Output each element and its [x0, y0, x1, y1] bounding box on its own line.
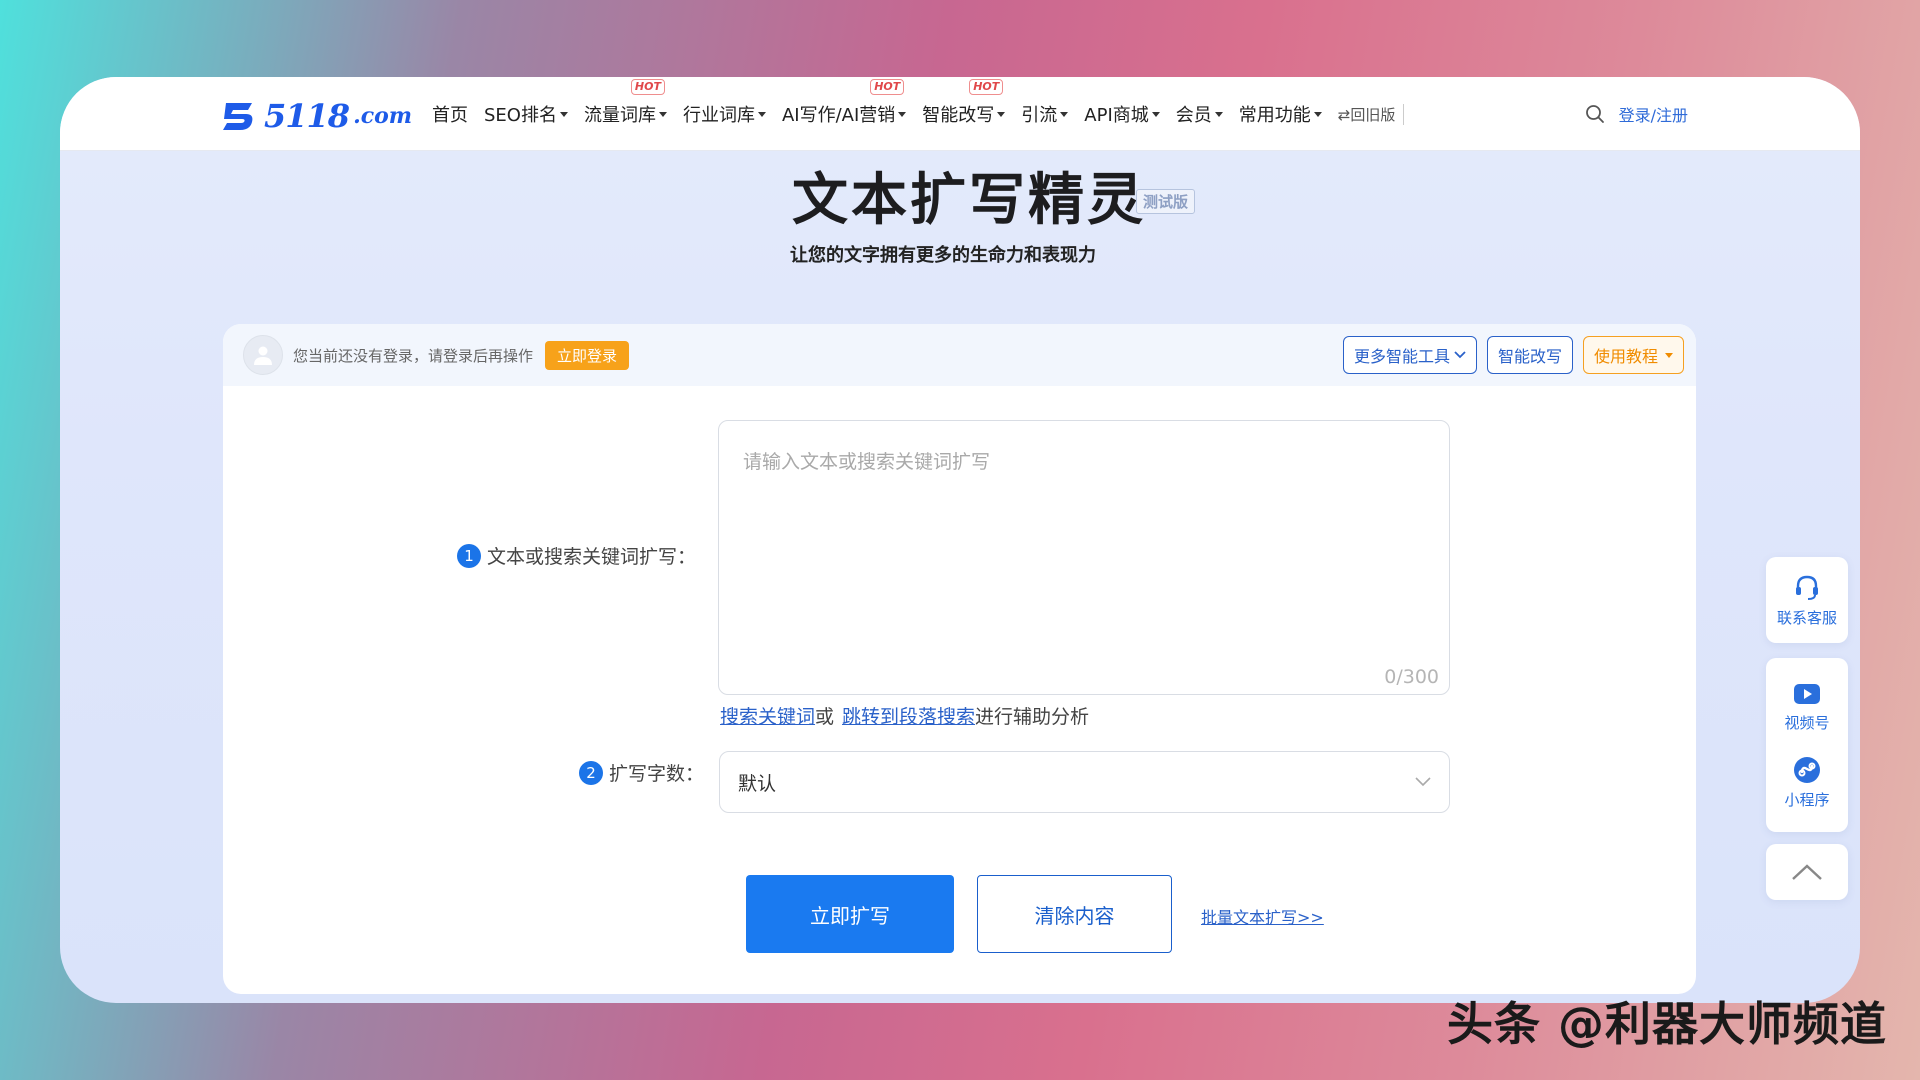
nav-label: 行业词库	[682, 105, 755, 126]
caret-down-icon	[658, 111, 667, 117]
nav-api-store[interactable]: API商城	[1084, 101, 1160, 127]
nav-label: 引流	[1021, 105, 1058, 126]
text-input[interactable]	[719, 421, 1449, 694]
search-icon[interactable]	[1585, 104, 1605, 124]
caret-down-icon	[898, 111, 907, 117]
search-keyword-link[interactable]: 搜索关键词	[720, 706, 815, 728]
helper-text: 搜索关键词或 跳转到段落搜索进行辅助分析	[720, 702, 1089, 729]
nav-label: 智能改写	[922, 105, 995, 126]
old-version-link[interactable]: ⇄回旧版	[1338, 103, 1405, 125]
caret-down-icon	[1665, 352, 1673, 358]
video-channel-label: 视频号	[1784, 714, 1830, 732]
step-number: 2	[579, 760, 603, 785]
nav-ai-writing[interactable]: HOT AI写作/AI营销	[781, 79, 907, 127]
top-navbar: 5118 .com 首页 SEO排名 HOT 流量词库 行业词库 HOT AI写作/…	[60, 77, 1860, 151]
nav-label: API商城	[1084, 105, 1149, 126]
browser-window: 5118 .com 首页 SEO排名 HOT 流量词库 行业词库 HOT AI写作/…	[60, 77, 1860, 1003]
login-register-link[interactable]: 登录/注册	[1619, 102, 1688, 126]
mini-program-label: 小程序	[1784, 791, 1830, 809]
more-tools-button[interactable]: 更多智能工具	[1342, 336, 1477, 374]
page-title: 文本扩写精灵	[792, 168, 1146, 233]
caret-down-icon	[1060, 111, 1069, 117]
nav-label: 流量词库	[583, 105, 656, 126]
nav-traffic-drive[interactable]: 引流	[1021, 101, 1069, 127]
select-value: 默认	[738, 772, 777, 795]
beta-badge: 测试版	[1136, 189, 1196, 214]
nav-common-features[interactable]: 常用功能	[1239, 101, 1322, 127]
caret-down-icon	[559, 111, 568, 117]
caret-down-icon	[997, 111, 1006, 117]
headset-icon	[1795, 575, 1818, 600]
step2-label: 扩写字数：	[609, 763, 705, 785]
smart-rewrite-label: 智能改写	[1497, 347, 1562, 366]
smart-rewrite-button[interactable]: 智能改写	[1486, 336, 1573, 374]
nav-membership[interactable]: 会员	[1176, 101, 1223, 127]
step2-label-row: 2 扩写字数：	[579, 759, 704, 786]
nav-label: 会员	[1175, 105, 1212, 126]
nav-industry-keywords[interactable]: 行业词库	[683, 101, 766, 127]
caret-down-icon	[757, 111, 766, 117]
tutorial-label: 使用教程	[1593, 347, 1658, 366]
login-now-button[interactable]: 立即登录	[545, 340, 630, 370]
nav-right: 登录/注册	[1585, 77, 1688, 151]
chevron-down-icon	[1415, 777, 1431, 787]
customer-service-widget[interactable]: 联系客服	[1766, 557, 1848, 643]
helper-or: 或	[815, 706, 835, 728]
clear-content-button[interactable]: 清除内容	[977, 875, 1172, 953]
main-nav: 首页 SEO排名 HOT 流量词库 行业词库 HOT AI写作/AI营销 HOT 智能…	[432, 77, 1405, 151]
batch-expand-link[interactable]: 批量文本扩写>>	[1201, 904, 1324, 928]
nav-home[interactable]: 首页	[432, 101, 468, 127]
social-widget: 视频号 小程序	[1766, 658, 1848, 832]
hot-badge: HOT	[969, 79, 1004, 95]
card-header: 您当前还没有登录，请登录后再操作 立即登录 更多智能工具 智能改写 使用教程	[223, 324, 1696, 386]
step1-label: 文本或搜索关键词扩写：	[487, 546, 697, 568]
caret-down-icon	[1151, 111, 1160, 117]
watermark-text: 头条 @利器大师频道	[1446, 997, 1887, 1051]
mini-program-item[interactable]: 小程序	[1784, 755, 1830, 810]
tutorial-button[interactable]: 使用教程	[1582, 336, 1684, 374]
text-input-box: 0/300	[718, 420, 1450, 695]
step1-label-row: 1 文本或搜索关键词扩写：	[457, 542, 696, 569]
card-tools: 更多智能工具 智能改写 使用教程	[1342, 336, 1684, 374]
helper-tail: 进行辅助分析	[975, 706, 1090, 728]
chevron-down-icon	[1454, 351, 1466, 359]
video-channel-icon	[1793, 684, 1820, 704]
caret-down-icon	[1214, 111, 1223, 117]
paragraph-search-link[interactable]: 跳转到段落搜索	[842, 706, 975, 728]
logo-mark-icon	[223, 103, 253, 130]
avatar[interactable]	[243, 335, 283, 375]
video-channel-item[interactable]: 视频号	[1784, 680, 1830, 733]
more-tools-label: 更多智能工具	[1353, 347, 1450, 366]
hot-badge: HOT	[630, 79, 665, 95]
customer-service-item[interactable]: 联系客服	[1777, 573, 1837, 628]
nav-label: 常用功能	[1238, 105, 1311, 126]
caret-down-icon	[1313, 111, 1322, 117]
step-number: 1	[457, 543, 481, 568]
customer-service-label: 联系客服	[1776, 608, 1837, 627]
nav-traffic-keywords[interactable]: HOT 流量词库	[583, 79, 667, 127]
char-counter: 0/300	[1384, 666, 1439, 688]
back-to-top-button[interactable]	[1766, 844, 1848, 900]
nav-label: 首页	[432, 105, 468, 126]
site-logo[interactable]: 5118 .com	[220, 97, 412, 135]
mini-program-icon	[1793, 757, 1820, 783]
user-icon	[254, 346, 272, 365]
nav-seo-rank[interactable]: SEO排名	[484, 101, 568, 127]
nav-label: AI写作/AI营销	[781, 105, 896, 126]
expand-now-button[interactable]: 立即扩写	[746, 875, 954, 953]
hot-badge: HOT	[870, 79, 905, 95]
logo-text: 5118	[264, 97, 350, 135]
page-subtitle: 让您的文字拥有更多的生命力和表现力	[790, 245, 1096, 266]
tool-card: 您当前还没有登录，请登录后再操作 立即登录 更多智能工具 智能改写 使用教程 1…	[223, 324, 1696, 994]
word-count-select[interactable]: 默认	[719, 751, 1450, 813]
login-notice: 您当前还没有登录，请登录后再操作	[293, 346, 534, 365]
nav-label: SEO排名	[484, 105, 557, 126]
logo-domain: .com	[353, 103, 413, 129]
chevron-up-icon	[1792, 864, 1822, 880]
nav-smart-rewrite[interactable]: HOT 智能改写	[922, 79, 1006, 127]
